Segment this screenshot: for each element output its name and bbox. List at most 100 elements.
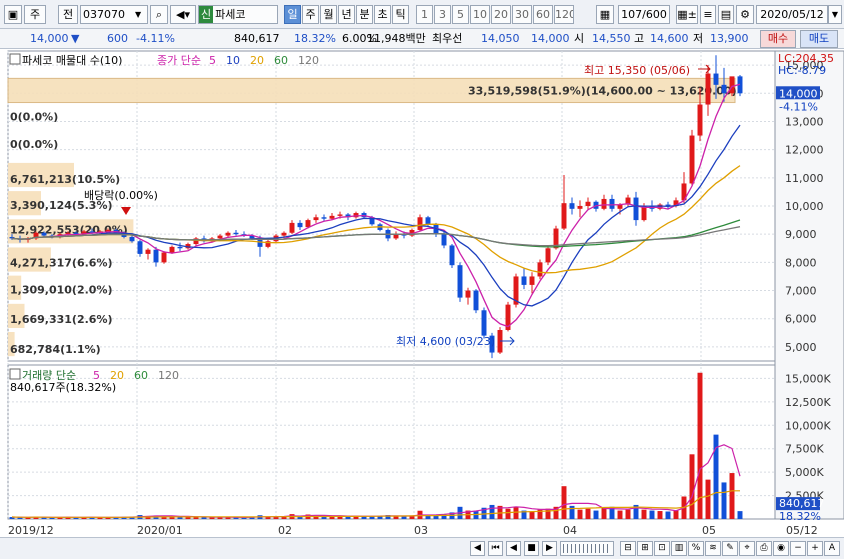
line-icon[interactable]: ⊡ — [654, 541, 670, 556]
candle-body — [129, 237, 135, 242]
volume-bar — [601, 507, 607, 519]
low-price: 13,900 — [710, 32, 749, 45]
stop-icon[interactable]: ■ — [524, 541, 539, 556]
candle-body — [329, 215, 335, 219]
candle-body — [705, 73, 711, 105]
save-icon[interactable]: ▤ — [718, 5, 734, 24]
chart-area[interactable]: 15,00014,00013,00012,00011,00010,0009,00… — [0, 49, 844, 559]
gear-icon[interactable]: ⚙ — [736, 5, 754, 24]
stock-name-field[interactable]: 신 파세코 — [198, 5, 278, 24]
camera-icon[interactable]: ◉ — [773, 541, 789, 556]
zoom-reset-icon[interactable]: ⊟ — [620, 541, 636, 556]
interval-button-5[interactable]: 30 — [512, 5, 532, 24]
mode-tab-4[interactable]: 분 — [356, 5, 373, 24]
volume-profile-label: 1,309,010(2.0%) — [10, 284, 113, 297]
open-price: 14,550 — [592, 32, 631, 45]
interval-button-1[interactable]: 3 — [434, 5, 451, 24]
mode-tab-2[interactable]: 월 — [320, 5, 337, 24]
market-select[interactable]: 주 — [24, 5, 46, 24]
volume-bar — [657, 511, 663, 519]
first-icon[interactable]: ⏮ — [488, 541, 503, 556]
candle-body — [177, 246, 183, 249]
best-bid: 14,000 — [531, 32, 570, 45]
candle-body — [313, 217, 319, 221]
scroll-track[interactable] — [560, 541, 614, 556]
layout-icon[interactable]: ▣ — [4, 5, 22, 24]
hc-label: HC:-8.79 — [778, 64, 826, 77]
mode-tab-0[interactable]: 일 — [284, 5, 301, 24]
percent-icon[interactable]: % — [688, 541, 704, 556]
interval-button-3[interactable]: 10 — [470, 5, 490, 24]
mode-tab-3[interactable]: 년 — [338, 5, 355, 24]
count-field[interactable]: 107/600 — [618, 5, 670, 24]
down-arrow-icon: ▼ — [71, 32, 80, 45]
chart-type-icon[interactable]: ⊞ — [637, 541, 653, 556]
candle-body — [457, 265, 463, 298]
new-badge: 신 — [199, 6, 214, 23]
volume-bar — [625, 509, 631, 519]
sell-button[interactable]: 매도 — [800, 30, 838, 48]
chevron-down-icon[interactable]: ▼ — [135, 6, 147, 23]
price-axis-label: 11,000 — [785, 172, 824, 185]
volume-profile-label: 33,519,598(51.9%)(14,600.00 ~ 13,620.00) — [468, 84, 737, 97]
buy-button[interactable]: 매수 — [760, 30, 796, 48]
candle-body — [697, 104, 703, 136]
volume-profile-label: 0(0.0%) — [10, 138, 58, 151]
interval-button-4[interactable]: 20 — [491, 5, 511, 24]
calendar-icon[interactable]: ▦ — [596, 5, 614, 24]
candle-body — [105, 229, 111, 232]
search-icon[interactable]: ⌕ — [150, 5, 168, 24]
candle-icon[interactable]: ▥ — [671, 541, 687, 556]
price-panel-title: 파세코 매물대 수(10) — [22, 54, 122, 67]
zoom-in-icon[interactable]: + — [807, 541, 823, 556]
volume-bar — [489, 504, 495, 519]
period-prefix[interactable]: 전 — [58, 5, 78, 24]
volume-panel-frame — [7, 364, 776, 520]
ma-legend-10: 10 — [226, 54, 240, 67]
candle-body — [545, 248, 551, 263]
ruler-icon[interactable]: ⌖ — [739, 541, 755, 556]
candle-body — [449, 245, 455, 266]
quote-bar: 14,000 ▼ 600 -4.11% 840,617 18.32% 6.00%… — [0, 29, 844, 49]
interval-button-0[interactable]: 1 — [416, 5, 433, 24]
interval-button-6[interactable]: 60 — [533, 5, 553, 24]
volume-profile-label: 0(0.0%) — [10, 111, 58, 124]
volume-bar — [729, 473, 735, 519]
scroll-thumb[interactable] — [563, 544, 611, 553]
volume-bar — [705, 479, 711, 519]
volume-bar — [737, 511, 743, 519]
volume-profile-label: 682,784(1.1%) — [10, 343, 101, 356]
mode-tab-5[interactable]: 초 — [374, 5, 391, 24]
volume-profile-label: 6,761,213(10.5%) — [10, 173, 120, 186]
draw-icon[interactable]: ✎ — [722, 541, 738, 556]
volume-bar — [569, 505, 575, 519]
interval-button-2[interactable]: 5 — [452, 5, 469, 24]
list-icon[interactable]: ≡ — [700, 5, 716, 24]
interval-button-7[interactable]: 120 — [554, 5, 574, 24]
grid-settings-icon[interactable]: ▦± — [676, 5, 698, 24]
candle-body — [289, 222, 295, 233]
date-field[interactable]: 2020/05/12 — [756, 5, 828, 24]
zoom-out-icon[interactable]: − — [790, 541, 806, 556]
count-text: 107/600 — [621, 8, 667, 21]
mode-tab-6[interactable]: 틱 — [392, 5, 409, 24]
mode-tab-1[interactable]: 주 — [302, 5, 319, 24]
open-label: 시 — [574, 32, 585, 45]
date-chevron-icon[interactable]: ▼ — [828, 5, 842, 24]
scroll-left-icon[interactable]: ◀ — [470, 541, 485, 556]
next-icon[interactable]: ▶ — [542, 541, 557, 556]
price-change: 600 — [107, 32, 128, 45]
ma-legend-5: 5 — [209, 54, 216, 67]
speaker-icon[interactable]: ◀▾ — [170, 5, 196, 24]
font-size-icon[interactable]: A — [824, 541, 840, 556]
candle-body — [145, 249, 151, 254]
chart-svg[interactable]: 15,00014,00013,00012,00011,00010,0009,00… — [0, 49, 844, 559]
volume-axis-label: 15,000K — [785, 372, 831, 385]
log-icon[interactable]: ≋ — [705, 541, 721, 556]
candle-body — [153, 249, 159, 263]
prev-icon[interactable]: ◀ — [506, 541, 521, 556]
candle-body — [481, 310, 487, 336]
stock-code-text: 037070 — [83, 8, 125, 21]
stock-code-input[interactable]: 037070 ▼ — [80, 5, 148, 24]
print-icon[interactable]: ⎙ — [756, 541, 772, 556]
